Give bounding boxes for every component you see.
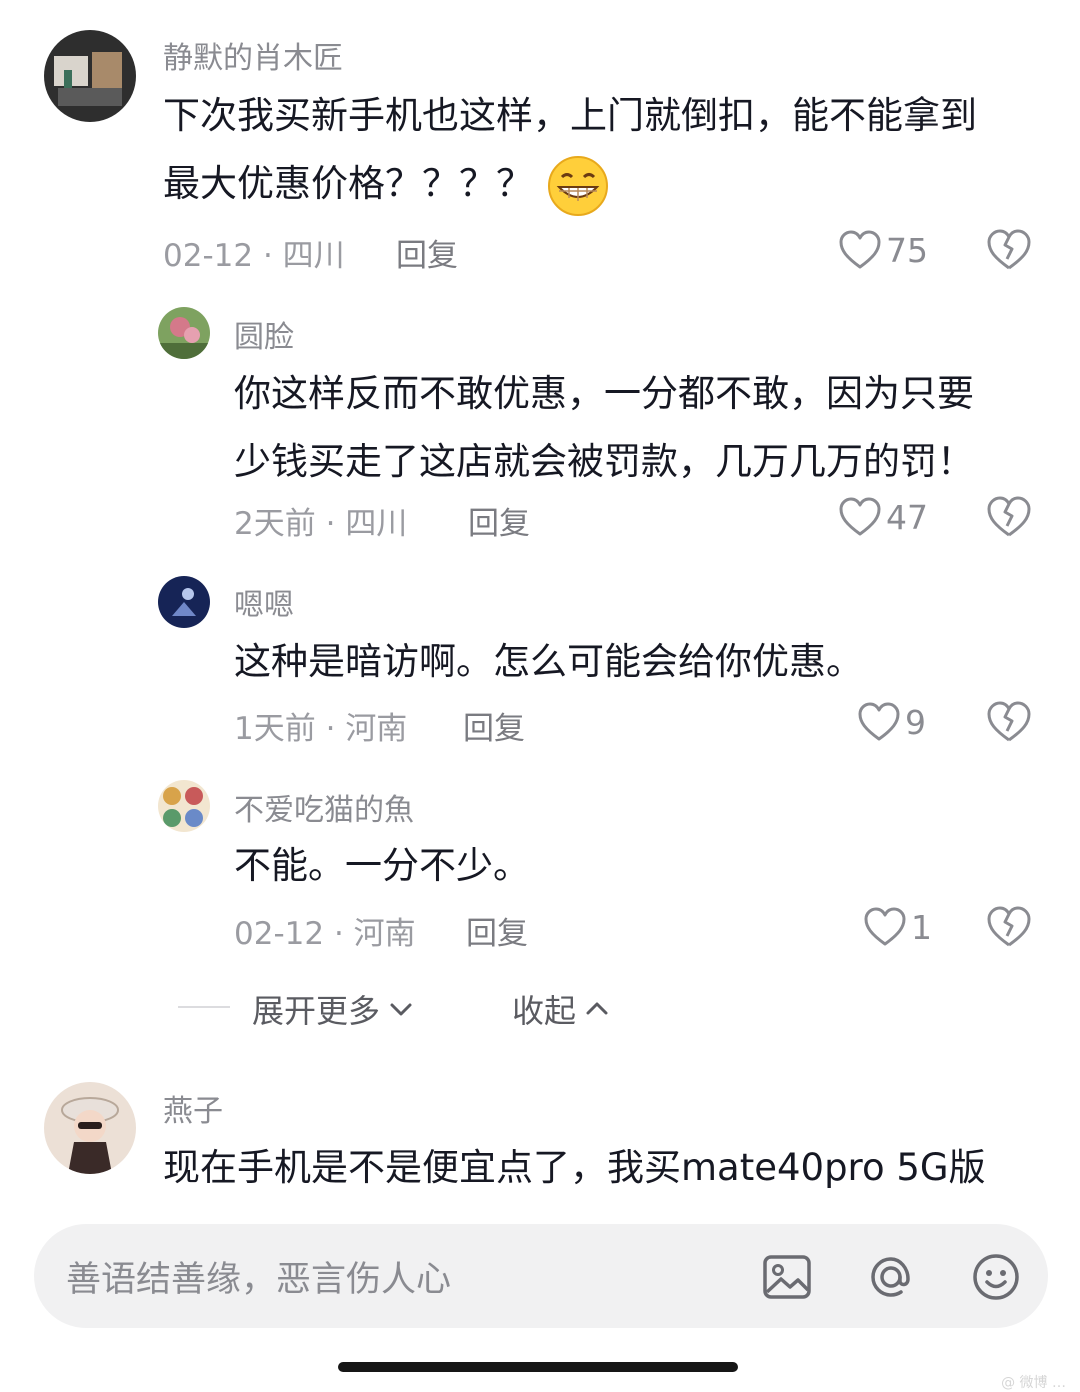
- comment-line: 最大优惠价格？？？？: [163, 150, 977, 218]
- like-button[interactable]: 9: [857, 697, 926, 747]
- comment-line: 少钱买走了这店就会被罚款，几万几万的罚！: [234, 440, 974, 483]
- heart-icon: [839, 230, 881, 269]
- like-button[interactable]: 75: [838, 225, 928, 275]
- comment-line: 你这样反而不敢优惠，一分都不敢，因为只要: [234, 372, 974, 415]
- like-count: 1: [911, 907, 932, 947]
- comment-input-bar[interactable]: 善语结善缘，恶言伤人心: [34, 1224, 1048, 1328]
- like-count: 75: [886, 230, 928, 270]
- chevron-down-icon: [390, 1003, 412, 1016]
- grinning-face-emoji: [547, 155, 609, 217]
- comment-text: 这种是暗访啊。怎么可能会给你优惠。: [234, 628, 863, 696]
- heart-icon: [858, 702, 900, 741]
- avatar[interactable]: [158, 576, 210, 628]
- expand-more-button[interactable]: 展开更多: [252, 986, 416, 1032]
- at-icon[interactable]: [864, 1250, 918, 1304]
- like-count: 47: [886, 497, 928, 537]
- broken-heart-icon[interactable]: [986, 227, 1032, 273]
- like-button[interactable]: 47: [838, 492, 928, 542]
- comment-meta: 02-12 · 河南: [234, 916, 416, 952]
- reply-button[interactable]: 回复: [396, 230, 458, 275]
- username[interactable]: 静默的肖木匠: [163, 33, 343, 77]
- broken-heart-icon[interactable]: [986, 494, 1032, 540]
- reply-button[interactable]: 回复: [463, 703, 525, 748]
- emoji-icon[interactable]: [969, 1250, 1023, 1304]
- comment-text: 现在手机是不是便宜点了，我买mate40pro 5G版: [163, 1134, 986, 1202]
- comment-meta: 02-12 · 四川: [163, 238, 345, 274]
- comment-text: 不能。一分不少。: [234, 832, 530, 900]
- heart-icon: [839, 497, 881, 536]
- comment-input[interactable]: 善语结善缘，恶言伤人心: [66, 1251, 451, 1302]
- comment-meta: 2天前 · 四川: [234, 506, 408, 542]
- username[interactable]: 圆脸: [234, 312, 294, 356]
- home-indicator[interactable]: [338, 1362, 738, 1372]
- broken-heart-icon[interactable]: [986, 904, 1032, 950]
- reply-button[interactable]: 回复: [466, 908, 528, 953]
- username[interactable]: 燕子: [163, 1086, 223, 1130]
- broken-heart-icon[interactable]: [986, 699, 1032, 745]
- username[interactable]: 嗯嗯: [234, 580, 294, 624]
- reply-button[interactable]: 回复: [468, 498, 530, 543]
- comment-text: 下次我买新手机也这样，上门就倒扣，能不能拿到 最大优惠价格？？？？: [163, 82, 977, 218]
- chevron-up-icon: [586, 1002, 608, 1015]
- comment-line: 现在手机是不是便宜点了，我买mate40pro 5G版: [163, 1146, 986, 1189]
- watermark: @ 微博 …: [1001, 1375, 1066, 1391]
- avatar[interactable]: [44, 1082, 136, 1174]
- heart-icon: [864, 907, 906, 946]
- comment-line: 这种是暗访啊。怎么可能会给你优惠。: [234, 640, 863, 683]
- collapse-button[interactable]: 收起: [512, 986, 612, 1032]
- avatar[interactable]: [158, 780, 210, 832]
- avatar[interactable]: [44, 30, 136, 122]
- image-icon[interactable]: [760, 1250, 814, 1304]
- comment-meta: 1天前 · 河南: [234, 711, 408, 747]
- like-button[interactable]: 1: [863, 902, 932, 952]
- username[interactable]: 不爱吃猫的魚: [234, 785, 414, 829]
- comment-text: 你这样反而不敢优惠，一分都不敢，因为只要 少钱买走了这店就会被罚款，几万几万的罚…: [234, 360, 974, 496]
- comment-line: 不能。一分不少。: [234, 844, 530, 887]
- like-count: 9: [905, 702, 926, 742]
- comment-line: 下次我买新手机也这样，上门就倒扣，能不能拿到: [163, 94, 977, 137]
- avatar[interactable]: [158, 307, 210, 359]
- expand-label: 展开更多: [252, 992, 381, 1030]
- divider: [178, 1006, 230, 1008]
- collapse-label: 收起: [512, 992, 577, 1030]
